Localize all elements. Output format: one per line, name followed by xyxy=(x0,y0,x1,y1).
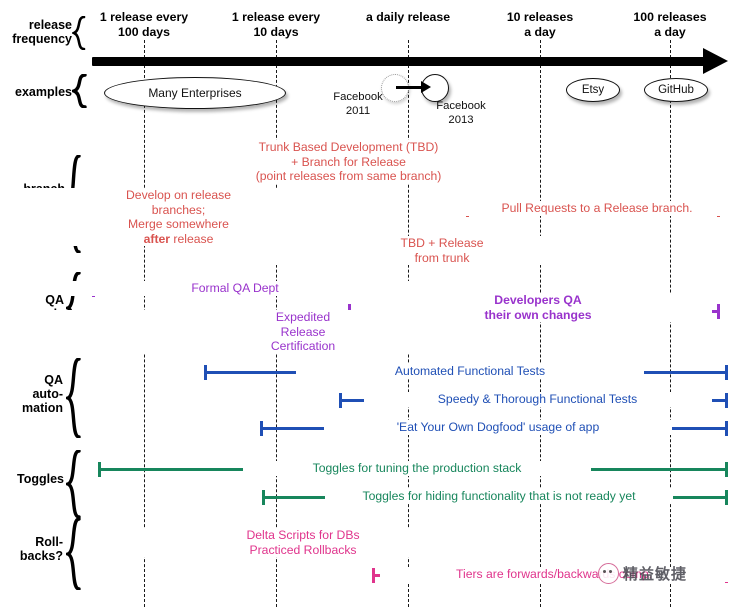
axis-tick-label-3: a daily release xyxy=(365,10,451,24)
range-bar-cap-left xyxy=(204,365,207,380)
brace-toggles xyxy=(66,450,81,518)
range-bar-cap-right xyxy=(725,462,728,477)
range-bar-label-branch_model-3: Pull Requests to a Release branch. xyxy=(423,201,739,216)
diagram-canvas: 1 release every 100 days 1 release every 10… xyxy=(0,0,739,607)
range-bar-cap-left xyxy=(372,568,375,583)
range-bar-label-qa_automation-3: 'Eat Your Own Dogfood' usage of app xyxy=(324,420,672,435)
brace-rollbacks xyxy=(66,518,81,590)
example-many-enterprises: Many Enterprises xyxy=(104,77,286,109)
range-bar-label-qa_automation-2: Speedy & Thorough Functional Tests xyxy=(363,392,712,407)
axis-gridline-4 xyxy=(540,40,541,607)
range-bar-cap-right xyxy=(725,365,728,380)
row-label-qa-automation: QA auto-mation xyxy=(22,373,63,415)
range-bar-cap-right xyxy=(725,421,728,436)
range-bar-cap-left xyxy=(262,490,265,505)
example-etsy: Etsy xyxy=(566,78,620,102)
range-bar-label-toggles-2: Toggles for hiding functionality that is… xyxy=(325,489,673,504)
brace-qa_automation xyxy=(66,358,81,438)
range-bar-cap-right xyxy=(725,393,728,408)
axis-tick-label-1: 1 release every 100 days xyxy=(99,10,189,39)
row-label-release-frequency: release frequency xyxy=(12,18,72,46)
facebook-2013-caption: Facebook 2013 xyxy=(436,100,486,126)
timeline-arrowhead-icon xyxy=(703,48,728,74)
range-bar-label-qa_automation-1: Automated Functional Tests xyxy=(296,364,644,379)
axis-tick-label-2: 1 release every 10 days xyxy=(231,10,321,39)
example-github: GitHub xyxy=(644,78,708,102)
axis-tick-label-5: 100 releases a day xyxy=(633,10,707,39)
facebook-2011-caption: Facebook 2011 xyxy=(333,91,383,117)
row-label-rollbacks: Roll-backs? xyxy=(19,535,63,563)
range-bar-cap-left xyxy=(260,421,263,436)
brace-examples xyxy=(72,74,87,108)
range-bar-label-rollbacks-1: Delta Scripts for DBs Practiced Rollbacks xyxy=(129,528,477,557)
watermark-text: 精益敏捷 xyxy=(623,565,688,583)
range-bar-label-qa_role-1: Formal QA Dept xyxy=(61,281,409,296)
range-bar-label-branch_model-1: Trunk Based Development (TBD) + Branch fo… xyxy=(174,140,523,184)
axis-tick-label-4: 10 releases a day xyxy=(506,10,574,39)
facebook-progress-arrow-icon xyxy=(396,81,431,93)
row-label-examples: examples xyxy=(15,85,72,99)
watermark-logo-icon xyxy=(598,563,619,584)
range-bar-cap-right xyxy=(725,490,728,505)
row-label-toggles: Toggles xyxy=(17,472,64,486)
watermark: 精益敏捷 xyxy=(598,563,687,584)
range-bar-cap-left xyxy=(98,462,101,477)
axis-gridline-5 xyxy=(670,40,671,607)
range-bar-cap-left xyxy=(339,393,342,408)
brace-release-frequency xyxy=(72,16,86,50)
timeline-axis xyxy=(92,57,707,66)
range-bar-label-qa_role-4: Expedited Release Certification xyxy=(129,310,477,354)
range-bar-label-branch_model-4: TBD + Release from trunk xyxy=(268,236,616,265)
range-bar-cap-right xyxy=(717,304,720,319)
range-bar-label-toggles-1: Toggles for tuning the production stack xyxy=(243,461,591,476)
